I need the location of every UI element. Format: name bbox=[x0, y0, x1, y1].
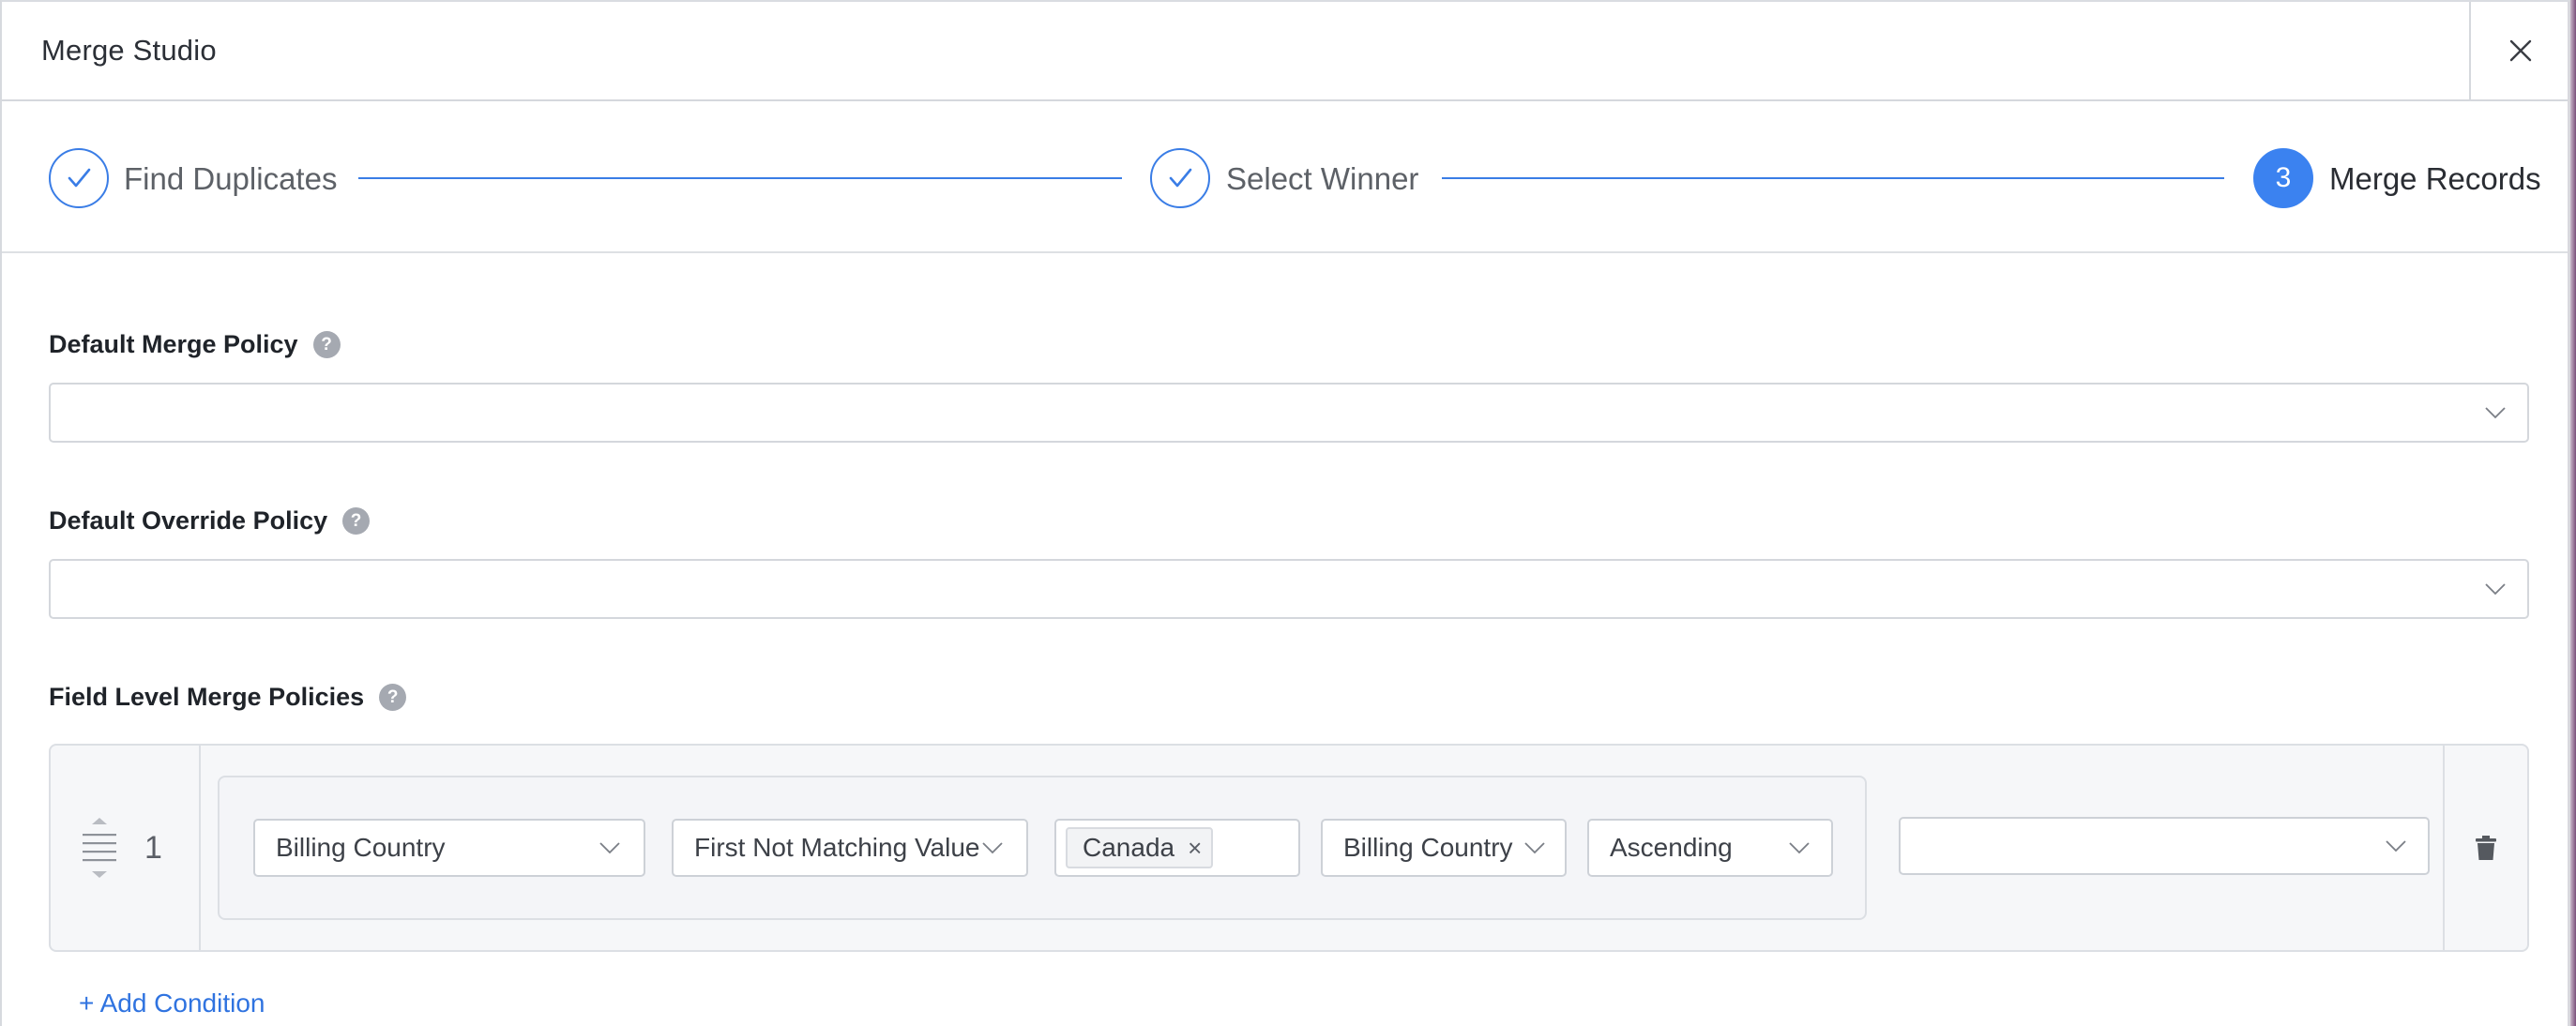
drag-handle-icon[interactable] bbox=[81, 815, 118, 883]
step-find-duplicates-check bbox=[49, 148, 109, 208]
check-icon bbox=[1169, 168, 1192, 188]
step-connector bbox=[1442, 177, 2224, 179]
row-extra-select[interactable] bbox=[1899, 817, 2430, 875]
window-edge bbox=[2570, 0, 2576, 1026]
policy-select[interactable]: First Not Matching Value bbox=[672, 819, 1028, 877]
step-find-duplicates-label: Find Duplicates bbox=[124, 161, 338, 196]
chevron-down-icon bbox=[2485, 583, 2506, 596]
help-icon[interactable]: ? bbox=[312, 331, 341, 358]
chevron-down-icon bbox=[2485, 407, 2506, 419]
add-condition-link[interactable]: + Add Condition bbox=[79, 988, 265, 1018]
chevron-down-icon bbox=[982, 842, 1003, 854]
tag-remove-icon[interactable]: × bbox=[1188, 834, 1202, 863]
default-override-policy-label: Default Override Policy ? bbox=[49, 506, 371, 536]
field-select[interactable]: Billing Country bbox=[253, 819, 645, 877]
default-override-policy-select[interactable] bbox=[49, 559, 2529, 619]
condition-group: Billing Country First Not Matching Value… bbox=[218, 776, 1867, 920]
help-icon[interactable]: ? bbox=[342, 507, 371, 535]
check-icon bbox=[68, 168, 91, 188]
close-button[interactable] bbox=[2469, 2, 2570, 99]
field-level-merge-policies-label: Field Level Merge Policies ? bbox=[49, 683, 407, 712]
chevron-down-icon bbox=[599, 842, 620, 854]
help-icon[interactable]: ? bbox=[379, 684, 407, 711]
step-merge-records-label: Merge Records bbox=[2329, 161, 2541, 196]
sort-order-select[interactable]: Ascending bbox=[1587, 819, 1833, 877]
sort-field-select[interactable]: Billing Country bbox=[1321, 819, 1567, 877]
chevron-down-icon bbox=[2386, 840, 2406, 852]
close-icon bbox=[2509, 39, 2532, 62]
step-connector bbox=[358, 177, 1122, 179]
step-select-winner-check bbox=[1150, 148, 1210, 208]
row-handle-column: 1 bbox=[51, 746, 201, 950]
dialog-header: Merge Studio bbox=[2, 2, 2568, 101]
value-tag-input[interactable]: Canada × bbox=[1054, 819, 1300, 877]
merge-studio-dialog: Merge Studio Find Duplicates Select Winn… bbox=[0, 0, 2570, 1026]
trash-icon[interactable] bbox=[2475, 835, 2497, 861]
default-merge-policy-select[interactable] bbox=[49, 383, 2529, 443]
field-policy-row: 1 Billing Country First Not Matching Val… bbox=[49, 744, 2529, 952]
default-merge-policy-label: Default Merge Policy ? bbox=[49, 330, 341, 359]
value-tag: Canada × bbox=[1066, 827, 1214, 868]
dialog-title: Merge Studio bbox=[41, 34, 217, 67]
chevron-down-icon bbox=[1524, 842, 1545, 854]
step-merge-records-number: 3 bbox=[2253, 148, 2313, 208]
row-index: 1 bbox=[144, 830, 162, 866]
step-select-winner-label: Select Winner bbox=[1226, 161, 1419, 196]
stepper: Find Duplicates Select Winner 3 Merge Re… bbox=[2, 101, 2568, 253]
row-delete-column bbox=[2443, 746, 2527, 950]
chevron-down-icon bbox=[1789, 842, 1810, 854]
